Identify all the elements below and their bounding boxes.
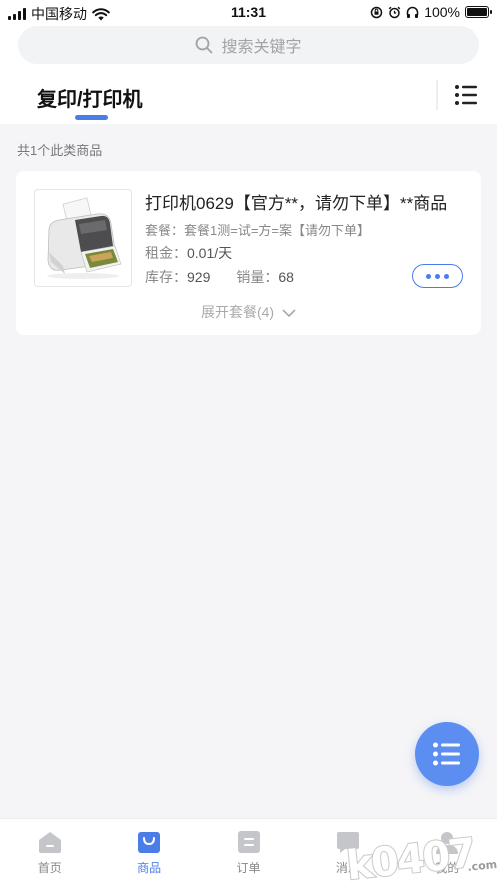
sales-value: 68 <box>278 269 294 285</box>
tab-orders-label: 订单 <box>236 861 261 875</box>
tab-products[interactable]: 商品 <box>99 819 198 883</box>
search-placeholder: 搜索关键字 <box>221 39 302 56</box>
list-icon <box>433 742 460 766</box>
product-package: 套餐：套餐1测=试=方=案【请勿下单】 <box>145 220 370 239</box>
header-divider <box>436 80 438 110</box>
floating-menu-button[interactable] <box>415 722 479 786</box>
svg-text:.com: .com <box>467 858 497 874</box>
expand-packages-button[interactable]: 展开套餐(4) <box>16 302 481 322</box>
tab-products-label: 商品 <box>137 861 162 875</box>
header: 搜索关键字 复印/打印机 <box>0 26 497 124</box>
package-label: 套餐： <box>145 223 185 238</box>
category-tab[interactable]: 复印/打印机 <box>37 83 143 112</box>
package-value: 套餐1测=试=方=案【请勿下单】 <box>184 223 371 238</box>
product-title[interactable]: 打印机0629【官方**，请勿下单】**商品 <box>145 189 465 214</box>
result-count: 共1个此类商品 <box>17 143 103 158</box>
rent-label: 租金： <box>145 245 187 261</box>
expand-label: 展开套餐(4) <box>200 304 275 320</box>
tab-home-label: 首页 <box>37 861 62 875</box>
search-input[interactable]: 搜索关键字 <box>18 26 479 64</box>
search-icon <box>196 36 213 54</box>
more-dot-icon <box>435 273 440 279</box>
product-rent: 租金：0.01/天 <box>145 243 232 263</box>
product-image[interactable] <box>34 189 132 287</box>
more-options-button[interactable] <box>412 264 463 288</box>
headphones-icon <box>406 6 419 18</box>
more-dot-icon <box>444 273 449 279</box>
home-icon <box>38 832 61 853</box>
product-card[interactable]: 打印机0629【官方**，请勿下单】**商品 套餐：套餐1测=试=方=案【请勿下… <box>16 171 481 335</box>
watermark-text: k0407 <box>344 830 476 883</box>
stock-value: 929 <box>187 269 211 285</box>
status-right: 100% <box>370 4 492 20</box>
product-stock-sales: 库存：929 销量：68 <box>145 267 294 287</box>
sales-label: 销量： <box>236 269 279 285</box>
bag-icon <box>138 832 161 853</box>
rent-value: 0.01/天 <box>187 245 233 261</box>
tab-orders[interactable]: 订单 <box>199 819 298 883</box>
status-bar: 中国移动 11:31 100% <box>0 0 497 26</box>
alarm-icon <box>388 6 401 18</box>
more-dot-icon <box>426 273 431 279</box>
battery-icon <box>465 6 492 18</box>
category-tab-indicator <box>75 115 108 120</box>
stock-label: 库存： <box>145 269 187 285</box>
rotation-lock-icon <box>370 6 383 18</box>
battery-percent: 100% <box>424 4 460 20</box>
tab-home[interactable]: 首页 <box>0 819 99 883</box>
watermark-logo: k0407 .com <box>343 829 497 883</box>
chevron-down-icon <box>282 309 296 318</box>
list-menu-icon[interactable] <box>452 82 480 108</box>
printer-image <box>47 197 122 279</box>
order-icon <box>237 831 260 853</box>
